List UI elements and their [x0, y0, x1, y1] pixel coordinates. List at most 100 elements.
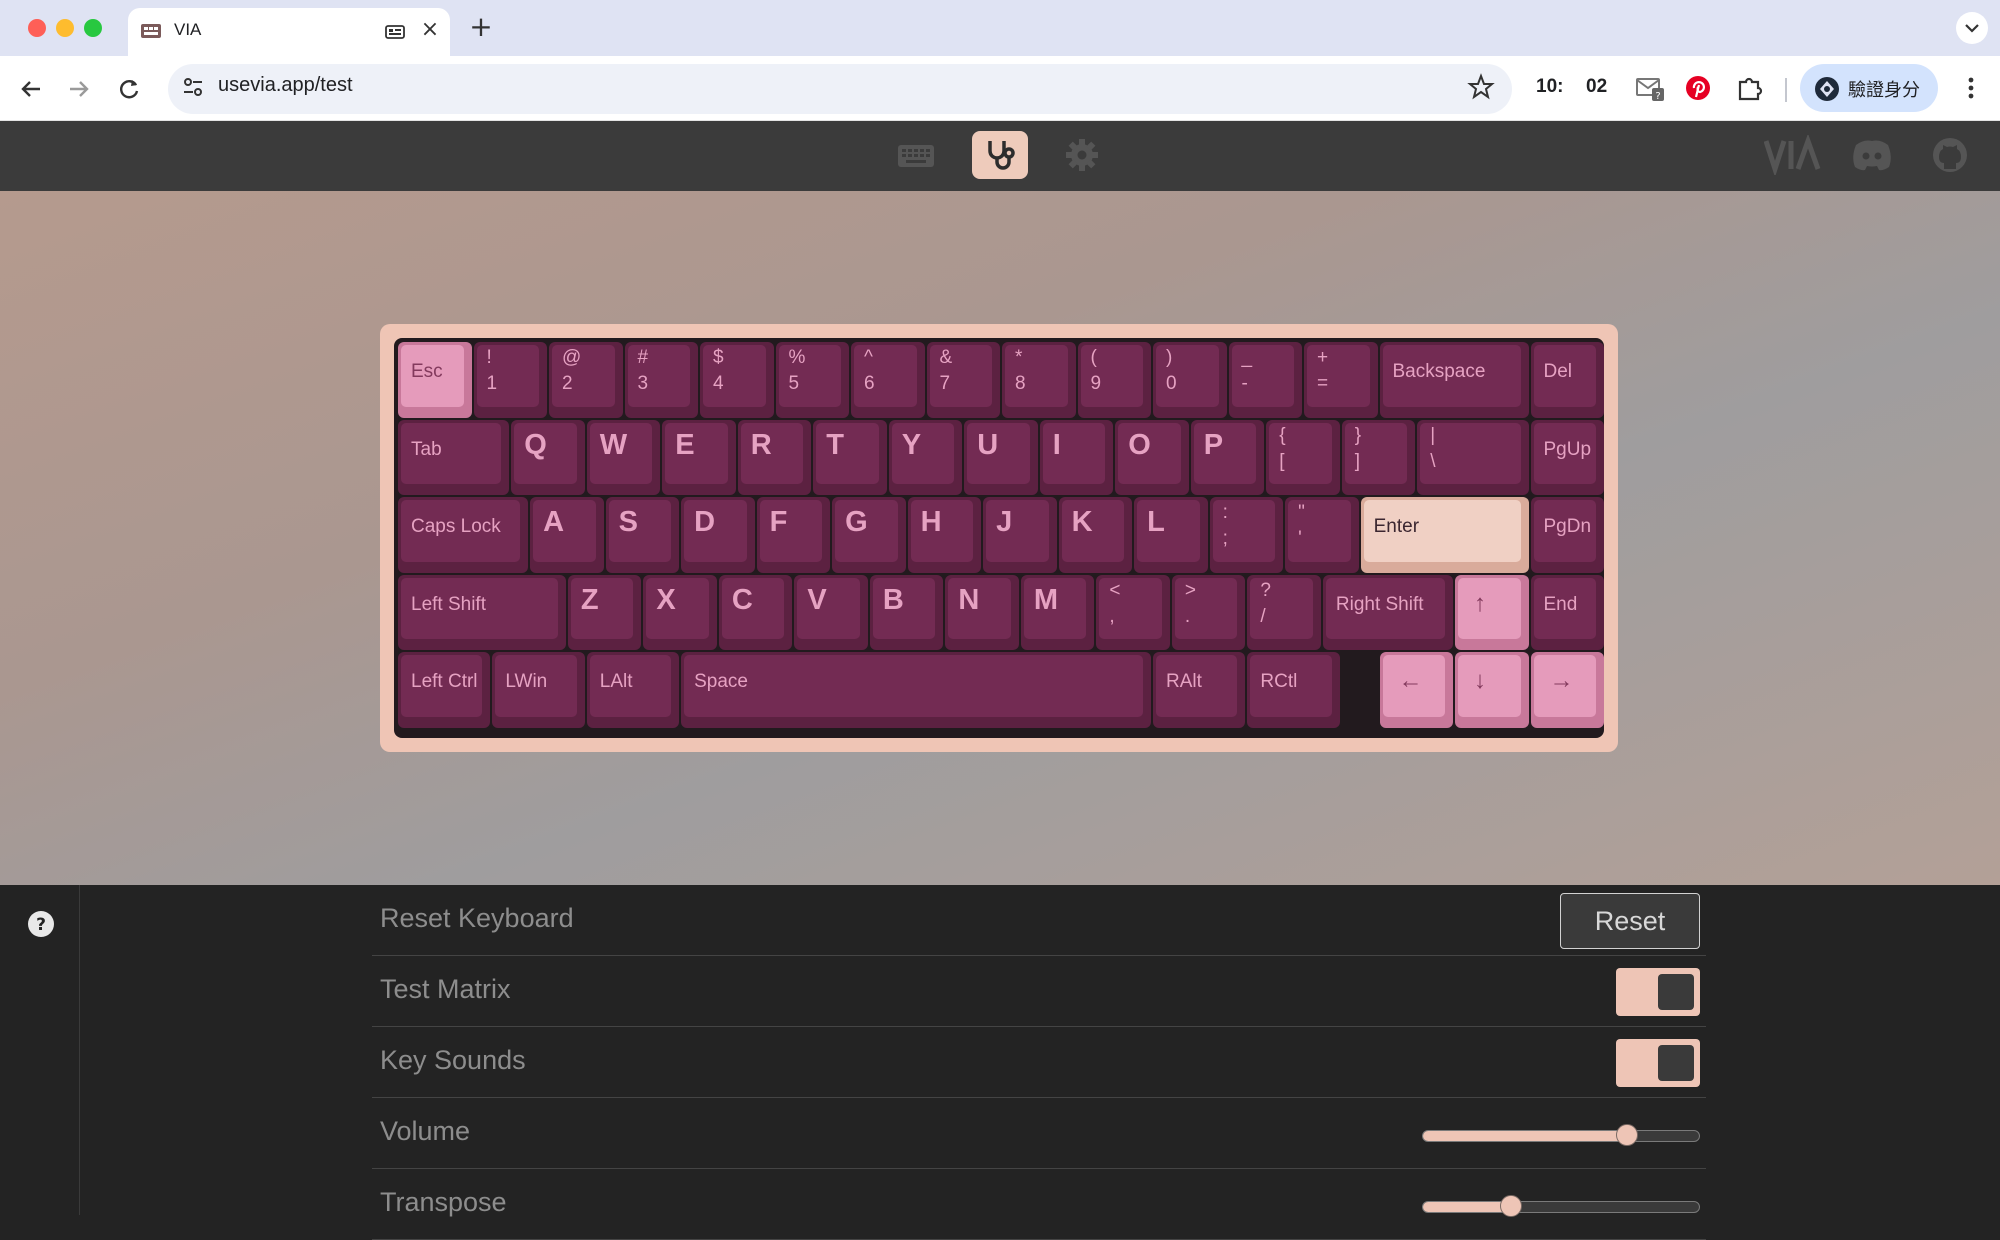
key-c[interactable]: C [718, 574, 793, 650]
key-rctl[interactable]: RCtl [1247, 652, 1340, 728]
volume-slider-thumb[interactable] [1616, 1124, 1639, 1146]
key-v[interactable]: V [794, 574, 868, 650]
key-r2k11[interactable]: " ' [1285, 497, 1359, 573]
key-b[interactable]: B [869, 574, 944, 650]
minimize-window-button[interactable] [56, 19, 74, 37]
tab-media-icon[interactable] [384, 22, 406, 42]
key-y[interactable]: Y [888, 419, 963, 495]
key-q[interactable]: Q [511, 419, 585, 495]
key-0[interactable]: ) 0 [1153, 342, 1227, 418]
key-pgup[interactable]: PgUp [1530, 419, 1604, 495]
test-matrix-toggle[interactable] [1616, 968, 1700, 1016]
key-u[interactable]: U [964, 419, 1038, 495]
configure-tab-button[interactable] [888, 131, 944, 179]
mail-checker-extension-icon[interactable]: ? [1634, 72, 1666, 104]
key-left-ctrl[interactable]: Left Ctrl [398, 652, 491, 728]
key-r3k12[interactable]: ↑ [1455, 574, 1529, 650]
key-lwin[interactable]: LWin [492, 652, 585, 728]
key-end[interactable]: End [1530, 574, 1604, 650]
close-window-button[interactable] [28, 19, 46, 37]
key-r4k7[interactable]: ← [1379, 652, 1453, 728]
key-e[interactable]: E [662, 419, 736, 495]
key-backspace[interactable]: Backspace [1379, 342, 1529, 418]
new-tab-button[interactable]: + [466, 12, 496, 42]
key-r4k9[interactable]: → [1530, 652, 1604, 728]
key-4[interactable]: $4 [700, 342, 774, 418]
key-h[interactable]: H [907, 497, 982, 573]
key-f[interactable]: F [756, 497, 831, 573]
key-k[interactable]: K [1058, 497, 1133, 573]
key-r3k8[interactable]: <, [1096, 574, 1170, 650]
key-del[interactable]: Del [1530, 342, 1604, 418]
key-r1k12[interactable]: }] [1341, 419, 1416, 495]
key-r2k10[interactable]: :; [1209, 497, 1284, 573]
browser-tab-via[interactable]: VIA × [128, 8, 450, 56]
key-i[interactable]: I [1039, 419, 1114, 495]
key-l[interactable]: L [1134, 497, 1208, 573]
forward-arrow-icon[interactable] [64, 74, 94, 104]
key-m[interactable]: M [1020, 574, 1095, 650]
key-g[interactable]: G [832, 497, 906, 573]
test-tab-button[interactable] [972, 131, 1028, 179]
help-question-icon[interactable]: ? [27, 910, 55, 938]
key-r1k11[interactable]: {[ [1266, 419, 1340, 495]
key-tab[interactable]: Tab [398, 419, 510, 495]
key-lalt[interactable]: LAlt [586, 652, 680, 728]
key-r3k10[interactable]: ? / [1247, 574, 1321, 650]
key-8[interactable]: * 8 [1002, 342, 1076, 418]
key-s[interactable]: S [605, 497, 680, 573]
pinterest-extension-icon[interactable] [1682, 72, 1714, 104]
key-ralt[interactable]: RAlt [1153, 652, 1246, 728]
key-caps-lock[interactable]: Caps Lock [398, 497, 529, 573]
key-r0k11[interactable]: _ - [1228, 342, 1302, 418]
browser-menu-kebab-icon[interactable] [1956, 72, 1986, 104]
key-3[interactable]: #3 [624, 342, 698, 418]
key-pgdn[interactable]: PgDn [1530, 497, 1604, 573]
key-w[interactable]: W [586, 419, 661, 495]
key-enter[interactable]: Enter [1360, 497, 1529, 573]
key-r0k12[interactable]: + = [1304, 342, 1378, 418]
key-t[interactable]: T [813, 419, 887, 495]
bookmark-star-icon[interactable] [1466, 72, 1496, 102]
key-n[interactable]: N [945, 574, 1019, 650]
address-bar[interactable] [168, 64, 1512, 114]
key-d[interactable]: D [681, 497, 755, 573]
via-logo-icon[interactable] [1764, 135, 1822, 175]
key-j[interactable]: J [983, 497, 1057, 573]
key-z[interactable]: Z [567, 574, 642, 650]
key-space[interactable]: Space [681, 652, 1151, 728]
key-r3k9[interactable]: >. [1171, 574, 1246, 650]
key-esc[interactable]: Esc [398, 342, 472, 418]
key-5[interactable]: % 5 [775, 342, 849, 418]
transpose-slider-thumb[interactable] [1500, 1195, 1523, 1217]
tab-search-chevron-icon[interactable] [1956, 12, 1988, 44]
key-r4k8[interactable]: ↓ [1455, 652, 1529, 728]
key-r[interactable]: R [737, 419, 812, 495]
github-icon[interactable] [1930, 135, 1970, 175]
key-x[interactable]: X [643, 574, 717, 650]
url-text[interactable]: usevia.app/test [218, 74, 353, 97]
extensions-puzzle-icon[interactable] [1734, 72, 1766, 104]
transpose-slider[interactable] [1422, 1195, 1700, 1217]
reload-icon[interactable] [114, 74, 144, 104]
key-1[interactable]: ! 1 [473, 342, 547, 418]
zoom-window-button[interactable] [84, 19, 102, 37]
key-2[interactable]: @2 [549, 342, 623, 418]
volume-slider[interactable] [1422, 1124, 1700, 1146]
key-6[interactable]: ^ 6 [851, 342, 925, 418]
discord-icon[interactable] [1850, 135, 1894, 175]
key-sounds-toggle[interactable] [1616, 1039, 1700, 1087]
settings-tab-button[interactable] [1054, 131, 1110, 179]
key-a[interactable]: A [530, 497, 604, 573]
key-o[interactable]: O [1115, 419, 1189, 495]
reset-button[interactable]: Reset [1560, 893, 1700, 949]
back-arrow-icon[interactable] [16, 74, 46, 104]
site-settings-icon[interactable] [180, 74, 206, 100]
profile-verify-button[interactable]: 驗證身分 [1800, 64, 1938, 112]
tab-close-icon[interactable]: × [418, 18, 442, 42]
key-left-shift[interactable]: Left Shift [398, 574, 566, 650]
key-9[interactable]: (9 [1077, 342, 1151, 418]
key-7[interactable]: & 7 [926, 342, 1000, 418]
key-r1k13[interactable]: | \ [1417, 419, 1529, 495]
key-right-shift[interactable]: Right Shift [1322, 574, 1453, 650]
